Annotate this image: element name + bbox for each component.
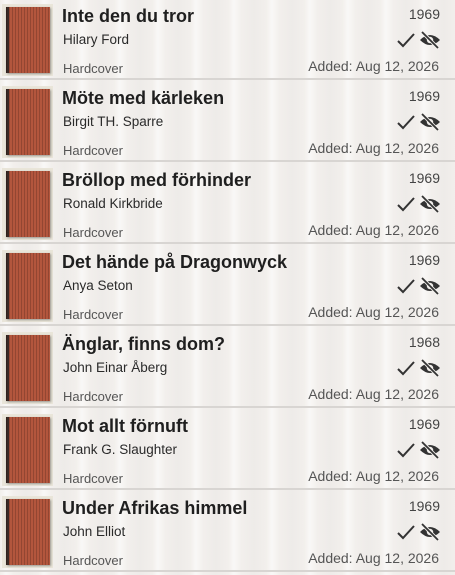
eye-off-icon[interactable] [419, 194, 441, 214]
book-cover [2, 168, 53, 240]
date-added: Added: Aug 12, 2026 [308, 304, 439, 320]
check-icon[interactable] [397, 112, 415, 132]
book-author: Frank G. Slaughter [63, 442, 178, 457]
date-added: Added: Aug 12, 2026 [308, 140, 439, 156]
check-icon[interactable] [397, 194, 415, 214]
eye-off-icon[interactable] [419, 112, 441, 132]
book-author: Hilary Ford [63, 32, 130, 47]
book-year: 1969 [408, 498, 440, 514]
book-cover [2, 414, 53, 486]
book-list: Inte den du tror Hilary Ford Hardcover 1… [0, 0, 455, 575]
status-icons [397, 112, 441, 132]
status-icons [397, 30, 441, 50]
check-icon[interactable] [397, 522, 415, 542]
book-title: Möte med kärleken [62, 88, 225, 108]
eye-off-icon[interactable] [419, 440, 441, 460]
book-year: 1968 [408, 334, 440, 350]
book-format: Hardcover [63, 307, 123, 322]
book-format: Hardcover [63, 553, 123, 568]
book-year: 1969 [408, 170, 440, 186]
status-icons [397, 522, 441, 542]
book-cover [2, 332, 53, 404]
book-title: Bröllop med förhinder [62, 170, 251, 190]
book-row[interactable]: Inte den du tror Hilary Ford Hardcover 1… [0, 0, 455, 80]
date-added: Added: Aug 12, 2026 [308, 58, 439, 74]
check-icon[interactable] [397, 30, 415, 50]
book-cover [2, 250, 53, 322]
book-author: Ronald Kirkbride [63, 196, 163, 211]
book-format: Hardcover [63, 471, 123, 486]
book-title: Under Afrikas himmel [62, 498, 248, 518]
check-icon[interactable] [397, 276, 415, 296]
book-row[interactable]: Möte med kärleken Birgit TH. Sparre Hard… [0, 82, 455, 162]
book-title: Mot allt förnuft [62, 416, 188, 436]
book-title: Inte den du tror [62, 6, 194, 26]
book-cover [2, 496, 53, 568]
book-author: John Einar Åberg [63, 360, 168, 375]
check-icon[interactable] [397, 440, 415, 460]
date-added: Added: Aug 12, 2026 [308, 468, 439, 484]
book-row[interactable]: Det hände på Dragonwyck Anya Seton Hardc… [0, 246, 455, 326]
book-title: Änglar, finns dom? [62, 334, 226, 354]
book-author: Anya Seton [63, 278, 133, 293]
book-format: Hardcover [63, 143, 123, 158]
eye-off-icon[interactable] [419, 358, 441, 378]
book-author: Birgit TH. Sparre [63, 114, 164, 129]
book-title: Det hände på Dragonwyck [62, 252, 288, 272]
book-row[interactable]: Under Afrikas himmel John Elliot Hardcov… [0, 492, 455, 572]
status-icons [397, 276, 441, 296]
date-added: Added: Aug 12, 2026 [308, 550, 439, 566]
book-format: Hardcover [63, 389, 123, 404]
eye-off-icon[interactable] [419, 30, 441, 50]
book-year: 1969 [408, 252, 440, 268]
status-icons [397, 358, 441, 378]
book-row[interactable]: Mot allt förnuft Frank G. Slaughter Hard… [0, 410, 455, 490]
book-year: 1969 [408, 88, 440, 104]
eye-off-icon[interactable] [419, 522, 441, 542]
check-icon[interactable] [397, 358, 415, 378]
status-icons [397, 194, 441, 214]
book-year: 1969 [408, 416, 440, 432]
book-format: Hardcover [63, 61, 123, 76]
status-icons [397, 440, 441, 460]
book-row[interactable]: Änglar, finns dom? John Einar Åberg Hard… [0, 328, 455, 408]
book-year: 1969 [408, 6, 440, 22]
book-author: John Elliot [63, 524, 126, 539]
book-cover [2, 4, 53, 76]
date-added: Added: Aug 12, 2026 [308, 386, 439, 402]
book-format: Hardcover [63, 225, 123, 240]
book-row[interactable]: Bröllop med förhinder Ronald Kirkbride H… [0, 164, 455, 244]
book-cover [2, 86, 53, 158]
eye-off-icon[interactable] [419, 276, 441, 296]
date-added: Added: Aug 12, 2026 [308, 222, 439, 238]
